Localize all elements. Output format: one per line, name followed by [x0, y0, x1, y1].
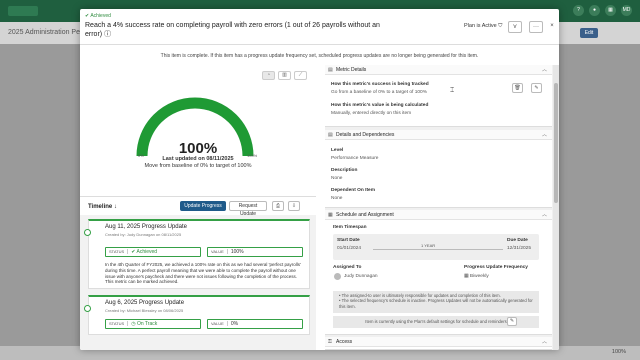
- info-icon[interactable]: ⓘ: [104, 31, 111, 38]
- access-header[interactable]: ⚿ Access ︿: [325, 337, 552, 347]
- calc-label: How this metric's value is being calcula…: [331, 103, 429, 108]
- chevron-up-icon[interactable]: ︿: [542, 66, 547, 73]
- access-section: ⚿ Access ︿: [325, 337, 552, 350]
- modal-header: ✔ Achieved Reach a 4% success rate on co…: [80, 9, 559, 45]
- card-value-field: VALUE 0%: [207, 319, 303, 329]
- completion-note: This item is complete. If this item has …: [160, 53, 479, 59]
- attachment-icon[interactable]: ⎙: [272, 201, 284, 211]
- due-value: 12/31/2025: [507, 246, 532, 251]
- metric-details-section: ▤ Metric Details ︿ How this metric's suc…: [325, 65, 552, 127]
- timeline-list: Aug 11, 2025 Progress Update Created by:…: [80, 215, 316, 350]
- schedule-header[interactable]: ▦ Schedule and Assignment ︿: [325, 210, 552, 220]
- description-value: None: [331, 176, 343, 181]
- frequency-label: Progress Update Frequency: [464, 265, 528, 270]
- gauge-percent: 100%: [178, 140, 218, 157]
- timeline-heading[interactable]: Timeline ↓: [88, 204, 117, 210]
- note-bullet: • The selected frequency's schedule is i…: [339, 298, 533, 309]
- timespan-label: Item Timespan: [333, 225, 367, 230]
- assigned-label: Assigned To: [333, 265, 362, 270]
- level-label: Level: [331, 148, 344, 153]
- tracked-value: Go from a baseline of 0% to a target of …: [331, 90, 427, 95]
- card-created-by: Created by: Judy Dunnagan on 08/11/2025: [105, 232, 182, 237]
- card-description: In the 4th Quarter of FY2025, we achieve…: [105, 262, 301, 285]
- apps-icon[interactable]: ▦: [605, 5, 616, 16]
- plan-status[interactable]: Plan is Active ⛉: [464, 23, 502, 30]
- status-badge: ✔ Achieved: [85, 13, 111, 19]
- timespan-box: Start Date 01/01/2024 1 YEAR Due Date 12…: [333, 234, 539, 260]
- update-progress-button[interactable]: Update Progress: [180, 201, 226, 211]
- scrollbar-thumb[interactable]: [554, 83, 558, 203]
- header-icons: ? ● ▦ MD: [573, 5, 632, 16]
- card-title: Aug 6, 2025 Progress Update: [105, 300, 185, 306]
- metric-icon: ▤: [328, 67, 333, 73]
- chevron-up-icon[interactable]: ︿: [542, 131, 547, 138]
- item-modal: ✔ Achieved Reach a 4% success rate on co…: [80, 9, 559, 350]
- chevron-up-icon[interactable]: ︿: [542, 211, 547, 218]
- user-avatar[interactable]: MD: [621, 5, 632, 16]
- level-value: Performance Measure: [331, 156, 379, 161]
- card-title: Aug 11, 2025 Progress Update: [105, 224, 187, 230]
- schedule-section: ▦ Schedule and Assignment ︿ Item Timespa…: [325, 210, 552, 335]
- view-toggle: ◔ ▥ ⟋: [262, 71, 307, 80]
- modal-title: Reach a 4% success rate on completing pa…: [85, 22, 380, 38]
- card-created-by: Created by: Michael Blessley on 08/06/20…: [105, 308, 184, 313]
- timeline-card[interactable]: Aug 6, 2025 Progress Update Created by: …: [84, 295, 310, 335]
- card-status-field: STATUS ✔ Achieved: [105, 247, 201, 257]
- app-logo: [8, 6, 38, 16]
- scrollbar[interactable]: [553, 65, 559, 350]
- sort-icon: ↓: [113, 204, 117, 210]
- plan-default-note: Item is currently using the Plan's defau…: [333, 316, 539, 328]
- more-button[interactable]: ···: [529, 21, 543, 33]
- timespan-line: [373, 249, 503, 250]
- last-updated: Last updated on 08/11/2025: [162, 156, 234, 162]
- baseline-target: Move from baseline of 0% to target of 10…: [144, 163, 252, 169]
- assigned-value: Judy Dunnagan: [344, 274, 378, 279]
- dependent-label: Dependent On Item: [331, 188, 375, 193]
- mouse-cursor: ⌶: [450, 87, 455, 94]
- frequency-value: ▦ Biweekly: [464, 274, 489, 279]
- start-label: Start Date: [337, 238, 360, 243]
- start-value: 01/01/2024: [337, 246, 362, 251]
- zoom-level[interactable]: 100%: [612, 349, 626, 355]
- timeline-card[interactable]: Aug 11, 2025 Progress Update Created by:…: [84, 219, 310, 289]
- edit-icon[interactable]: ✎: [531, 83, 542, 93]
- export-icon[interactable]: ⇩: [288, 201, 300, 211]
- timeline-section: Timeline ↓ Update Progress Request Updat…: [80, 196, 316, 350]
- gauge-view-icon[interactable]: ◔: [262, 71, 275, 80]
- right-pane: ▤ Metric Details ︿ How this metric's suc…: [325, 65, 559, 350]
- notifications-icon[interactable]: ●: [589, 5, 600, 16]
- bar-view-icon[interactable]: ▥: [278, 71, 291, 80]
- lock-icon: ⚿: [328, 339, 332, 345]
- description-label: Description: [331, 168, 358, 173]
- page-title: 2025 Administration Per: [8, 29, 83, 36]
- assignee-avatar: [334, 273, 341, 280]
- tracked-label: How this metric's success is being track…: [331, 82, 429, 87]
- edit-icon[interactable]: ✎: [507, 317, 517, 326]
- details-section: ▤ Details and Dependencies ︿ Level Perfo…: [325, 130, 552, 208]
- timeline-dot: [84, 229, 91, 236]
- chevron-up-icon[interactable]: ︿: [542, 338, 547, 345]
- calendar-icon: ▦: [464, 274, 469, 279]
- delete-icon[interactable]: 🗑: [512, 83, 523, 93]
- shield-icon: ⛉: [498, 23, 503, 29]
- request-update-button[interactable]: Request Update: [229, 201, 267, 217]
- left-pane: ◔ ▥ ⟋ 0% 100% 100% Last updated on 08/11…: [80, 65, 316, 350]
- metric-details-header[interactable]: ▤ Metric Details ︿: [325, 65, 552, 75]
- close-button[interactable]: ×: [545, 21, 559, 33]
- edit-button[interactable]: Edit: [580, 28, 598, 38]
- details-header[interactable]: ▤ Details and Dependencies ︿: [325, 130, 552, 140]
- dependent-value: None: [331, 196, 343, 201]
- details-icon: ▤: [328, 132, 333, 138]
- card-value-field: VALUE 100%: [207, 247, 303, 257]
- calc-value: Manually, entered directly on this item: [331, 111, 412, 116]
- help-icon[interactable]: ?: [573, 5, 584, 16]
- due-label: Due Date: [507, 238, 528, 243]
- timeline-dot: [84, 305, 91, 312]
- filter-icon[interactable]: ⋎: [508, 21, 522, 33]
- line-view-icon[interactable]: ⟋: [294, 71, 307, 80]
- card-status-field: STATUS ◷ On Track: [105, 319, 201, 329]
- schedule-notes: • The assigned-to user is ultimately res…: [333, 291, 539, 313]
- span-value: 1 YEAR: [421, 243, 436, 248]
- calendar-icon: ▦: [328, 212, 333, 218]
